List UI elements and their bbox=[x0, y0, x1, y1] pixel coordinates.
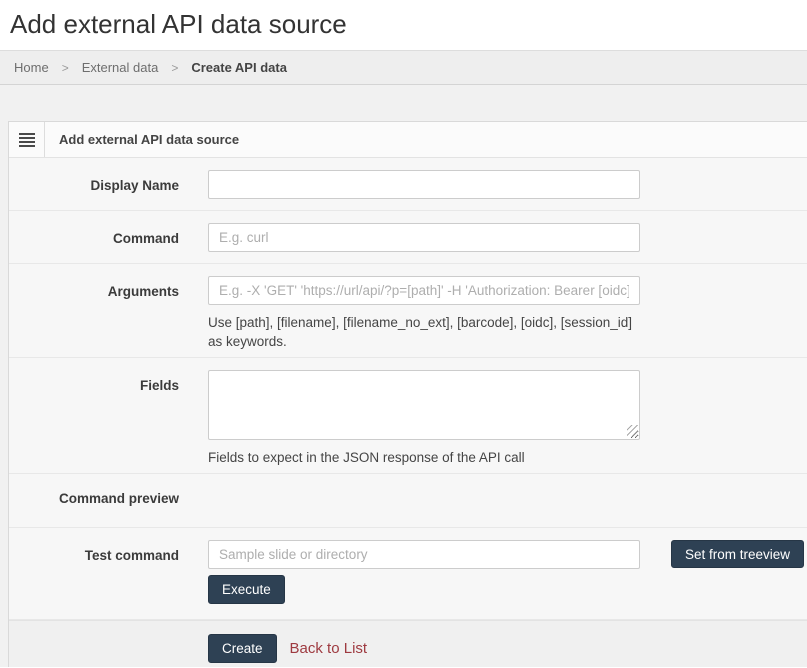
command-preview-label: Command preview bbox=[9, 490, 179, 507]
display-name-label: Display Name bbox=[9, 170, 179, 199]
content-area: Add external API data source Display Nam… bbox=[0, 85, 807, 667]
fields-textarea[interactable] bbox=[208, 370, 640, 440]
page-title: Add external API data source bbox=[10, 9, 797, 40]
breadcrumb-current: Create API data bbox=[191, 60, 287, 75]
set-from-treeview-button[interactable]: Set from treeview bbox=[671, 540, 804, 568]
breadcrumb-external-data[interactable]: External data bbox=[82, 60, 159, 75]
test-command-input[interactable] bbox=[208, 540, 640, 569]
display-name-input[interactable] bbox=[208, 170, 640, 199]
arguments-help-text: Use [path], [filename], [filename_no_ext… bbox=[208, 313, 648, 351]
page-header: Add external API data source bbox=[0, 0, 807, 50]
fields-help-text: Fields to expect in the JSON response of… bbox=[208, 448, 648, 467]
breadcrumb-home[interactable]: Home bbox=[14, 60, 49, 75]
breadcrumb-separator-icon: > bbox=[62, 61, 69, 75]
fields-label: Fields bbox=[9, 370, 179, 467]
execute-button[interactable]: Execute bbox=[208, 575, 285, 604]
command-row: Command bbox=[9, 211, 807, 264]
back-to-list-link[interactable]: Back to List bbox=[290, 634, 368, 663]
menu-toggle-button[interactable] bbox=[9, 122, 45, 157]
create-button[interactable]: Create bbox=[208, 634, 277, 663]
form-panel: Add external API data source Display Nam… bbox=[8, 121, 807, 667]
panel-footer: Create Back to List bbox=[9, 620, 807, 667]
arguments-label: Arguments bbox=[9, 276, 179, 351]
breadcrumb: Home > External data > Create API data bbox=[0, 50, 807, 85]
test-command-label: Test command bbox=[9, 540, 179, 604]
command-input[interactable] bbox=[208, 223, 640, 252]
fields-row: Fields Fields to expect in the JSON resp… bbox=[9, 358, 807, 474]
panel-title: Add external API data source bbox=[45, 122, 239, 157]
test-command-row: Test command Set from treeview Execute bbox=[9, 528, 807, 620]
display-name-row: Display Name bbox=[9, 158, 807, 211]
arguments-row: Arguments Use [path], [filename], [filen… bbox=[9, 264, 807, 358]
arguments-input[interactable] bbox=[208, 276, 640, 305]
breadcrumb-separator-icon: > bbox=[171, 61, 178, 75]
hamburger-icon bbox=[19, 133, 35, 147]
panel-header: Add external API data source bbox=[9, 122, 807, 158]
command-label: Command bbox=[9, 223, 179, 252]
command-preview-row: Command preview bbox=[9, 474, 807, 528]
